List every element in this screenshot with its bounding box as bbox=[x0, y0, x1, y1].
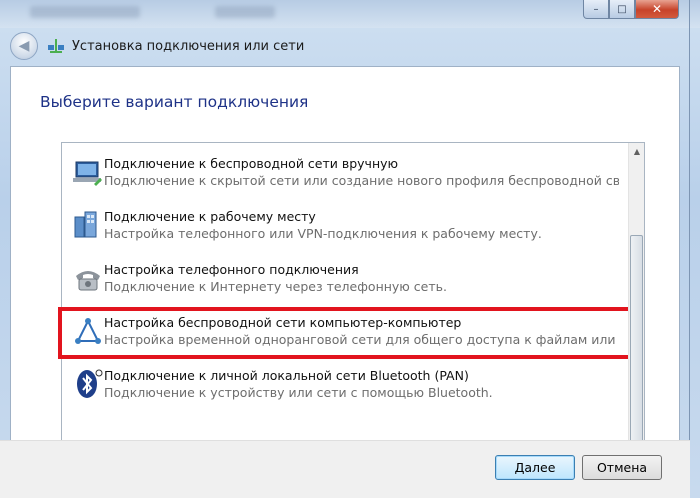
cancel-button[interactable]: Отмена bbox=[582, 455, 662, 480]
window-title: Установка подключения или сети bbox=[72, 38, 305, 54]
option-description: Подключение к устройству или сети с помо… bbox=[104, 385, 493, 400]
workplace-icon bbox=[74, 211, 97, 238]
connection-options-list: Подключение к беспроводной сети вручную … bbox=[58, 142, 645, 482]
options-list-items: Подключение к беспроводной сети вручную … bbox=[58, 143, 633, 481]
navigation-bar: ◀ Установка подключения или сети bbox=[0, 26, 690, 66]
dialog-content: Выберите вариант подключения Подключение… bbox=[10, 66, 680, 498]
close-button[interactable]: ✕ bbox=[635, 0, 679, 19]
option-description: Подключение к скрытой сети или создание … bbox=[104, 173, 619, 188]
bluetooth-icon bbox=[77, 369, 103, 398]
option-bluetooth[interactable]: Подключение к личной локальной сети Blue… bbox=[62, 362, 628, 414]
option-title: Настройка телефонного подключения bbox=[104, 262, 359, 277]
back-arrow-icon: ◀ bbox=[18, 38, 30, 54]
scroll-up-icon[interactable]: ▲ bbox=[629, 143, 645, 159]
option-title: Подключение к личной локальной сети Blue… bbox=[104, 368, 469, 383]
maximize-button[interactable]: □ bbox=[609, 0, 635, 19]
network-setup-icon bbox=[48, 39, 64, 53]
caption-buttons: – □ ✕ bbox=[583, 0, 679, 20]
option-title: Подключение к беспроводной сети вручную bbox=[104, 156, 399, 171]
dialog-window: – □ ✕ ◀ Установка подключения или сети В… bbox=[0, 0, 690, 498]
scrollbar-thumb[interactable] bbox=[630, 235, 643, 463]
option-title: Подключение к рабочему месту bbox=[104, 209, 316, 224]
dialup-phone-icon bbox=[76, 271, 100, 291]
back-button[interactable]: ◀ bbox=[10, 32, 38, 60]
option-dialup[interactable]: Настройка телефонного подключения Подклю… bbox=[62, 256, 628, 308]
option-workplace[interactable]: Подключение к рабочему месту Настройка т… bbox=[62, 203, 628, 255]
page-heading: Выберите вариант подключения bbox=[40, 93, 309, 111]
minimize-button[interactable]: – bbox=[583, 0, 609, 19]
selection-highlight-frame bbox=[58, 307, 633, 359]
option-description: Настройка телефонного или VPN-подключени… bbox=[104, 226, 542, 241]
vertical-scrollbar[interactable]: ▲ ▼ bbox=[628, 143, 644, 481]
dialog-footer: Далее Отмена bbox=[0, 440, 690, 498]
option-description: Подключение к Интернету через телефонную… bbox=[104, 279, 447, 294]
manual-wireless-icon bbox=[73, 161, 102, 186]
next-button[interactable]: Далее bbox=[495, 455, 575, 480]
option-manual-wireless[interactable]: Подключение к беспроводной сети вручную … bbox=[62, 150, 628, 202]
